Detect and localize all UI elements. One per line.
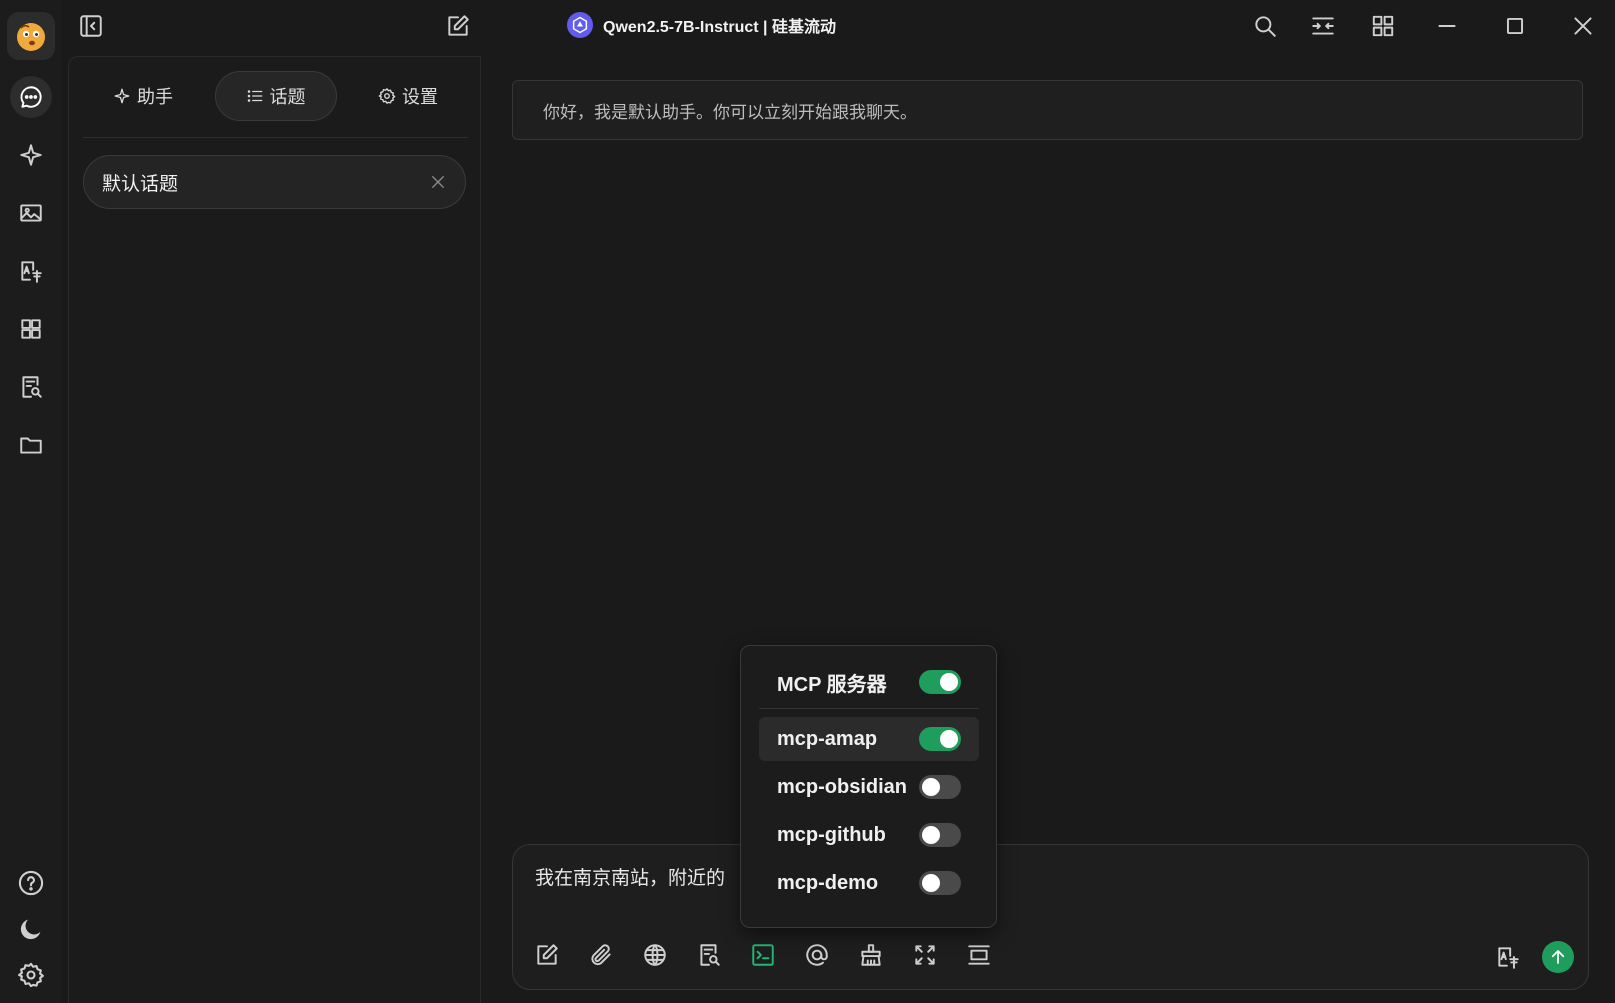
topics-panel: 助手 话题 设置 默认话题 — [68, 56, 481, 1003]
translate-input-icon[interactable] — [1494, 943, 1522, 971]
folder-icon[interactable] — [10, 424, 52, 466]
left-rail — [0, 0, 62, 1003]
minimize-icon[interactable] — [1434, 13, 1460, 39]
tab-settings[interactable]: 设置 — [348, 71, 468, 121]
new-topic-edit-icon[interactable] — [445, 13, 471, 39]
tab-assistants[interactable]: 助手 — [83, 71, 203, 121]
welcome-message: 你好，我是默认助手。你可以立刻开始跟我聊天。 — [512, 80, 1583, 140]
topic-item-default[interactable]: 默认话题 — [83, 155, 466, 209]
attachment-icon[interactable] — [587, 941, 615, 969]
send-button[interactable] — [1542, 941, 1574, 973]
mcp-master-toggle-row[interactable]: MCP 服务器 — [759, 660, 979, 704]
mcp-server-row-obsidian[interactable]: mcp-obsidian — [759, 765, 979, 809]
message-composer[interactable]: 我在南京南站，附近的 — [512, 844, 1589, 990]
mcp-terminal-icon[interactable] — [749, 941, 777, 969]
topic-label: 默认话题 — [102, 173, 179, 195]
model-title[interactable]: Qwen2.5-7B-Instruct | 硅基流动 — [567, 12, 836, 38]
settings-gear-icon[interactable] — [17, 961, 45, 989]
mcp-github-toggle[interactable] — [919, 823, 961, 847]
tab-label: 话题 — [269, 87, 306, 107]
message-input[interactable]: 我在南京南站，附近的 — [535, 863, 725, 890]
help-icon[interactable] — [17, 869, 45, 897]
user-avatar[interactable] — [7, 12, 55, 60]
maximize-icon[interactable] — [1502, 13, 1528, 39]
assistant-star-icon[interactable] — [10, 134, 52, 176]
mcp-header-label: MCP 服务器 — [777, 673, 887, 696]
sparkle-icon — [114, 88, 130, 104]
mcp-master-toggle[interactable] — [919, 670, 961, 694]
image-icon[interactable] — [10, 192, 52, 234]
mcp-obsidian-toggle[interactable] — [919, 775, 961, 799]
apps-grid-icon[interactable] — [10, 308, 52, 350]
mcp-server-label: mcp-amap — [777, 727, 878, 750]
search-icon[interactable] — [1252, 13, 1278, 39]
web-search-globe-icon[interactable] — [641, 941, 669, 969]
tab-label: 助手 — [137, 87, 173, 107]
welcome-text: 你好，我是默认助手。你可以立刻开始跟我聊天。 — [543, 102, 917, 122]
toggle-sidebar-icon[interactable] — [78, 13, 104, 39]
mcp-server-row-demo[interactable]: mcp-demo — [759, 861, 979, 905]
mcp-server-label: mcp-obsidian — [777, 775, 908, 798]
collapse-lines-icon[interactable] — [965, 941, 993, 969]
chat-icon[interactable] — [10, 76, 52, 118]
expand-width-icon[interactable] — [1310, 13, 1336, 39]
translate-icon[interactable] — [10, 250, 52, 292]
tabs-divider — [83, 137, 468, 138]
gear-icon — [378, 88, 396, 104]
mcp-server-row-amap[interactable]: mcp-amap — [759, 717, 979, 761]
mcp-server-label: mcp-github — [777, 823, 886, 846]
knowledge-search-icon[interactable] — [10, 366, 52, 408]
clear-brush-icon[interactable] — [857, 941, 885, 969]
fullscreen-expand-icon[interactable] — [911, 941, 939, 969]
theme-moon-icon[interactable] — [17, 915, 45, 943]
mcp-demo-toggle[interactable] — [919, 871, 961, 895]
popover-divider — [759, 708, 979, 709]
knowledge-base-icon[interactable] — [695, 941, 723, 969]
mention-at-icon[interactable] — [803, 941, 831, 969]
mcp-server-label: mcp-demo — [777, 871, 879, 894]
layout-grid-icon[interactable] — [1370, 13, 1396, 39]
mcp-amap-toggle[interactable] — [919, 727, 961, 751]
mcp-server-row-github[interactable]: mcp-github — [759, 813, 979, 857]
tab-topics[interactable]: 话题 — [214, 71, 337, 121]
close-icon[interactable] — [429, 173, 447, 191]
composer-toolbar — [533, 941, 993, 969]
arrow-up-icon — [1551, 950, 1565, 964]
title-bar: Qwen2.5-7B-Instruct | 硅基流动 — [62, 0, 1615, 54]
tab-label: 设置 — [402, 87, 438, 107]
emoji-avatar-icon — [17, 23, 45, 51]
new-topic-icon[interactable] — [533, 941, 561, 969]
close-window-icon[interactable] — [1570, 13, 1596, 39]
mcp-servers-popover: MCP 服务器 mcp-amap mcp-obsidian mcp-github… — [740, 645, 997, 928]
model-logo-icon — [567, 12, 593, 38]
model-title-text: Qwen2.5-7B-Instruct | 硅基流动 — [603, 19, 836, 36]
sidebar-tabs: 助手 话题 设置 — [83, 71, 468, 121]
composer-actions — [1494, 941, 1574, 973]
list-icon — [247, 90, 262, 102]
